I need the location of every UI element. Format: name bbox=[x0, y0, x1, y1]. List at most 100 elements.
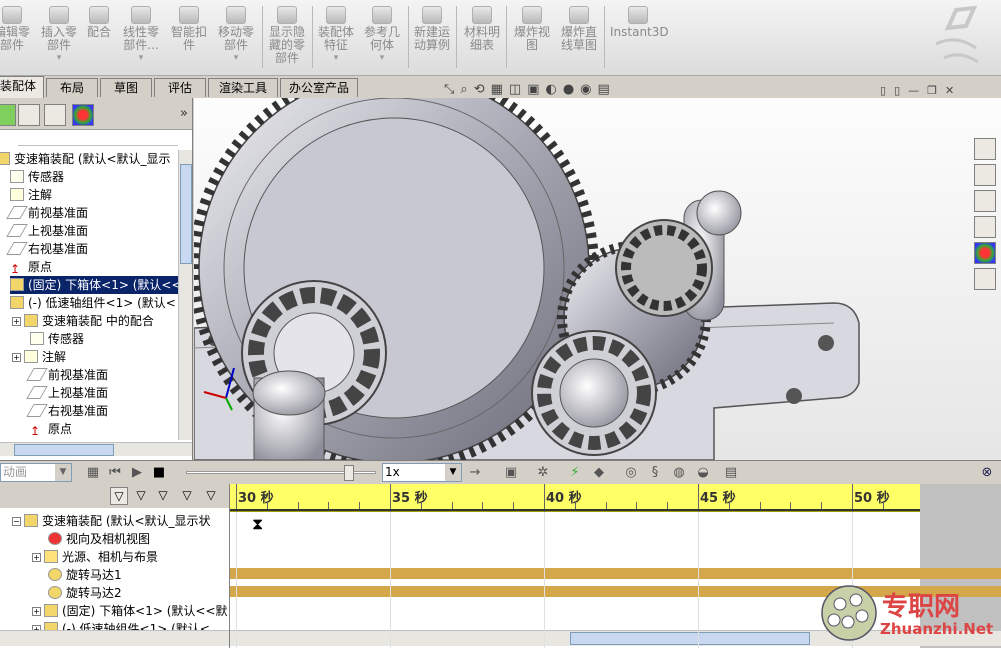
motion-tree-scrollbar[interactable] bbox=[0, 630, 229, 646]
property-manager-tab-icon[interactable] bbox=[18, 104, 40, 126]
gravity-icon[interactable]: ◒ bbox=[694, 464, 712, 482]
move-component-button[interactable]: 移动零部件 ▾ bbox=[216, 4, 256, 74]
exploded-view-button[interactable]: 爆炸视图 bbox=[512, 4, 552, 74]
insert-component-button[interactable]: 插入零部件 ▾ bbox=[40, 4, 78, 74]
tab-evaluate[interactable]: 评估 bbox=[154, 78, 206, 97]
display-manager-tab-icon[interactable] bbox=[72, 104, 94, 126]
time-bar-hourglass-icon[interactable]: ⧗ bbox=[252, 514, 263, 534]
smart-fasteners-button[interactable]: 智能扣件 bbox=[168, 4, 210, 74]
tree-item-front-plane-2[interactable]: 前视基准面 bbox=[26, 366, 108, 384]
expand-icon[interactable]: + bbox=[12, 317, 21, 326]
chevron-down-icon[interactable]: ▾ bbox=[120, 52, 162, 65]
design-library-icon[interactable] bbox=[974, 164, 996, 186]
animation-wizard-icon[interactable]: ✲ bbox=[534, 464, 552, 482]
tree-item-sensors-2[interactable]: 传感器 bbox=[30, 330, 84, 348]
filter-driving-icon[interactable]: ▽ bbox=[154, 487, 172, 505]
view-palette-icon[interactable] bbox=[974, 216, 996, 238]
tree-item-front-plane[interactable]: 前视基准面 bbox=[6, 204, 88, 222]
tree-item-annotations-2[interactable]: + 注解 bbox=[12, 348, 66, 366]
add-key-icon[interactable]: ◆ bbox=[590, 464, 608, 482]
view-settings-icon[interactable]: ▤ bbox=[598, 82, 610, 102]
zoom-area-icon[interactable]: ⌕ bbox=[460, 82, 467, 102]
tree-horizontal-scrollbar[interactable] bbox=[0, 442, 192, 456]
feature-manager-tab-icon[interactable] bbox=[0, 104, 16, 126]
zoom-to-fit-icon[interactable]: ⤡ bbox=[444, 82, 454, 102]
mate-button[interactable]: 配合 bbox=[84, 4, 114, 74]
instant3d-button[interactable]: Instant3D bbox=[610, 4, 669, 74]
configuration-manager-tab-icon[interactable] bbox=[44, 104, 66, 126]
playback-slider-thumb[interactable] bbox=[344, 465, 355, 481]
tree-item-sensors[interactable]: 传感器 bbox=[10, 168, 64, 186]
stop-icon[interactable]: ■ bbox=[150, 464, 168, 482]
motor-1-timeline-bar[interactable] bbox=[230, 568, 1001, 579]
filter-animated-icon[interactable]: ▽ bbox=[132, 487, 150, 505]
tree-item-low-speed-shaft[interactable]: (-) 低速轴组件<1> (默认< bbox=[10, 294, 176, 312]
section-view-icon[interactable]: ▦ bbox=[491, 82, 503, 102]
motor-icon[interactable]: ◎ bbox=[622, 464, 640, 482]
chevron-down-icon[interactable]: ▾ bbox=[316, 52, 356, 65]
bill-of-materials-button[interactable]: 材料明细表 bbox=[462, 4, 502, 74]
tree-item-right-plane[interactable]: 右视基准面 bbox=[6, 240, 88, 258]
tree-item-top-plane-2[interactable]: 上视基准面 bbox=[26, 384, 108, 402]
motion-tree-rotary-motor-2[interactable]: 旋转马达2 bbox=[48, 584, 122, 602]
minimize-icon[interactable]: — bbox=[908, 84, 919, 97]
play-icon[interactable]: ▶ bbox=[128, 464, 146, 482]
chevron-down-icon[interactable]: ▾ bbox=[216, 52, 256, 65]
close-icon[interactable]: ✕ bbox=[945, 84, 954, 97]
folder-icon[interactable] bbox=[974, 190, 996, 212]
edit-component-button[interactable]: 编辑零部件 bbox=[0, 4, 30, 74]
play-from-start-icon[interactable]: ⏮ bbox=[106, 464, 124, 482]
motion-tree-camera-views[interactable]: 视向及相机视图 bbox=[48, 530, 150, 548]
chevron-down-icon[interactable]: ▾ bbox=[40, 52, 78, 65]
view-orientation-icon[interactable]: ◫ bbox=[509, 82, 521, 102]
filter-selected-icon[interactable]: ▽ bbox=[178, 487, 196, 505]
edit-appearance-icon[interactable]: ● bbox=[563, 82, 574, 102]
results-icon[interactable]: ▤ bbox=[722, 464, 740, 482]
tree-item-right-plane-2[interactable]: 右视基准面 bbox=[26, 402, 108, 420]
linear-pattern-button[interactable]: 线性零部件... ▾ bbox=[120, 4, 162, 74]
calculate-icon[interactable]: ▦ bbox=[84, 464, 102, 482]
tab-sketch[interactable]: 草图 bbox=[100, 78, 152, 97]
appearances-icon[interactable] bbox=[974, 242, 996, 264]
collapse-icon[interactable]: − bbox=[12, 517, 21, 526]
tree-filter-input[interactable] bbox=[18, 132, 178, 146]
save-animation-icon[interactable]: ▣ bbox=[502, 464, 520, 482]
show-hidden-button[interactable]: 显示隐藏的零部件 bbox=[266, 4, 308, 74]
expand-icon[interactable]: + bbox=[32, 553, 41, 562]
scrollbar-thumb[interactable] bbox=[180, 164, 192, 264]
split-vertical-icon[interactable]: ▯ bbox=[894, 84, 900, 97]
motion-tree-lights[interactable]: + 光源、相机与布景 bbox=[32, 548, 158, 566]
expand-icon[interactable]: + bbox=[32, 607, 41, 616]
tree-item-root-assembly[interactable]: 变速箱装配 (默认<默认_显示 bbox=[0, 150, 171, 168]
motion-tree-lower-housing[interactable]: + (固定) 下箱体<1> (默认<<默 bbox=[32, 602, 228, 620]
graphics-area[interactable] bbox=[194, 98, 1001, 460]
tree-item-origin-2[interactable]: ↥ 原点 bbox=[30, 420, 72, 438]
filter-icon[interactable]: ▽ bbox=[110, 487, 128, 505]
chevron-down-icon[interactable]: ▾ bbox=[362, 52, 402, 65]
display-style-icon[interactable]: ▣ bbox=[527, 82, 539, 102]
contact-icon[interactable]: ◍ bbox=[670, 464, 688, 482]
timeline-ruler[interactable]: 30 秒 35 秒 40 秒 45 秒 50 秒 bbox=[230, 484, 920, 512]
playback-mode-icon[interactable]: → bbox=[466, 464, 484, 482]
chevron-right-icon[interactable]: » bbox=[180, 106, 188, 121]
tree-item-annotations[interactable]: 注解 bbox=[10, 186, 52, 204]
split-horizontal-icon[interactable]: ▯ bbox=[880, 84, 886, 97]
tree-item-mates[interactable]: + 变速箱装配 中的配合 bbox=[12, 312, 154, 330]
tab-layout[interactable]: 布局 bbox=[46, 78, 98, 97]
previous-view-icon[interactable]: ⟲ bbox=[474, 82, 485, 102]
tree-item-top-plane[interactable]: 上视基准面 bbox=[6, 222, 88, 240]
scrollbar-thumb[interactable] bbox=[14, 444, 114, 456]
custom-properties-icon[interactable] bbox=[974, 268, 996, 290]
collapse-motion-manager-icon[interactable]: ⊗ bbox=[978, 464, 996, 482]
filter-results-icon[interactable]: ▽ bbox=[202, 487, 220, 505]
motion-tree-rotary-motor-1[interactable]: 旋转马达1 bbox=[48, 566, 122, 584]
scrollbar-thumb[interactable] bbox=[570, 632, 810, 645]
tab-assembly[interactable]: 装配体 bbox=[0, 76, 44, 98]
assembly-features-button[interactable]: 装配体特征 ▾ bbox=[316, 4, 356, 74]
tab-render-tools[interactable]: 渲染工具 bbox=[208, 78, 278, 97]
hide-show-items-icon[interactable]: ◐ bbox=[545, 82, 556, 102]
study-type-select[interactable]: 动画 ▼ bbox=[0, 463, 72, 482]
motion-tree-root[interactable]: − 变速箱装配 (默认<默认_显示状 bbox=[12, 512, 211, 530]
explode-line-sketch-button[interactable]: 爆炸直线草图 bbox=[558, 4, 600, 74]
autokey-icon[interactable]: ⚡ bbox=[566, 464, 584, 482]
